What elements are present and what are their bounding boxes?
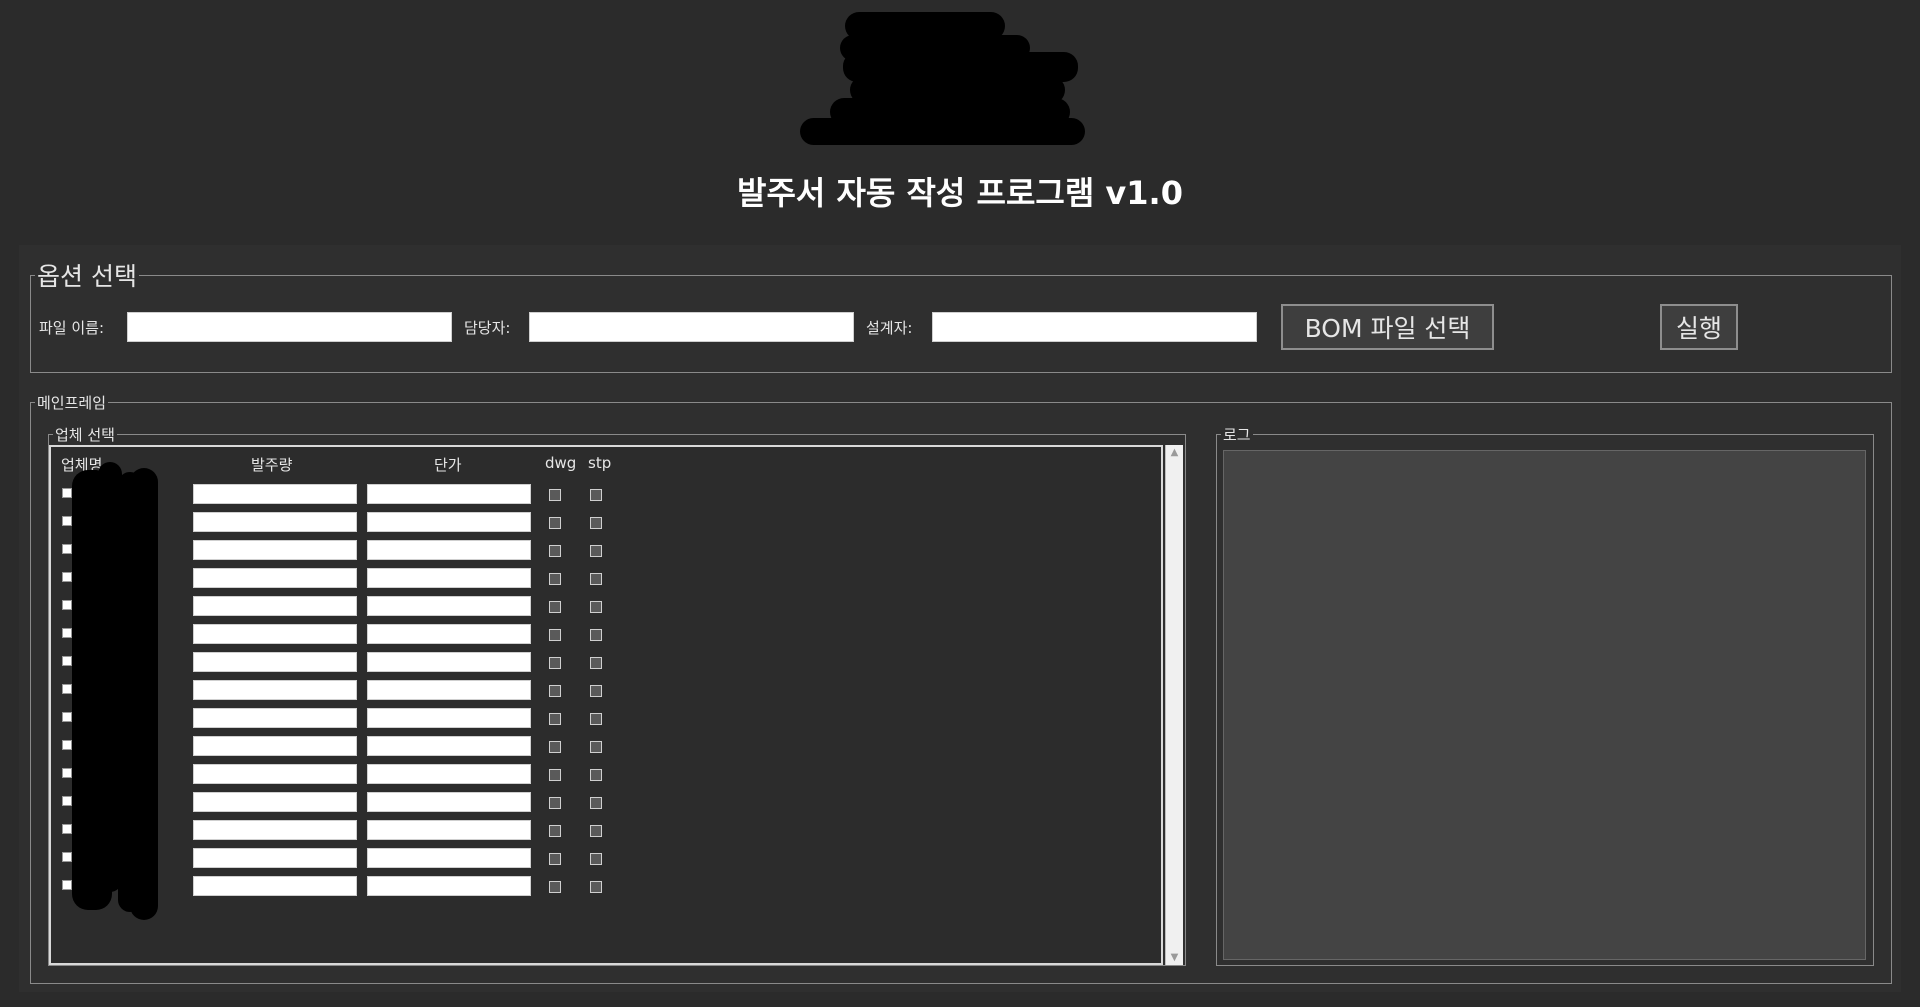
dwg-checkbox[interactable] xyxy=(549,797,561,809)
table-row: 능 xyxy=(51,483,1161,505)
dwg-checkbox[interactable] xyxy=(549,573,561,585)
unit-price-input[interactable] xyxy=(367,792,531,812)
manager-label: 담당자: xyxy=(464,319,511,337)
table-row: 릴 xyxy=(51,595,1161,617)
stp-checkbox[interactable] xyxy=(590,573,602,585)
table-row xyxy=(51,735,1161,757)
stp-checkbox[interactable] xyxy=(590,825,602,837)
file-name-label: 파일 이름: xyxy=(39,319,105,337)
log-legend: 로그 xyxy=(1223,426,1251,444)
dwg-checkbox[interactable] xyxy=(549,881,561,893)
quantity-input[interactable] xyxy=(193,596,357,616)
vendor-list-scrollbar[interactable]: ▲ ▼ xyxy=(1165,445,1183,965)
quantity-input[interactable] xyxy=(193,484,357,504)
designer-input[interactable] xyxy=(932,312,1257,342)
dwg-checkbox[interactable] xyxy=(549,741,561,753)
unit-price-input[interactable] xyxy=(367,540,531,560)
unit-price-input[interactable] xyxy=(367,484,531,504)
quantity-input[interactable] xyxy=(193,792,357,812)
table-row xyxy=(51,511,1161,533)
unit-price-input[interactable] xyxy=(367,624,531,644)
quantity-input[interactable] xyxy=(193,764,357,784)
dwg-checkbox[interactable] xyxy=(549,657,561,669)
stp-checkbox[interactable] xyxy=(590,713,602,725)
unit-price-input[interactable] xyxy=(367,596,531,616)
table-row xyxy=(51,623,1161,645)
dwg-checkbox[interactable] xyxy=(549,769,561,781)
table-row xyxy=(51,567,1161,589)
quantity-input[interactable] xyxy=(193,820,357,840)
designer-label: 설계자: xyxy=(866,319,913,337)
dwg-checkbox[interactable] xyxy=(549,489,561,501)
unit-price-input[interactable] xyxy=(367,708,531,728)
table-row xyxy=(51,791,1161,813)
table-row xyxy=(51,763,1161,785)
dwg-checkbox[interactable] xyxy=(549,713,561,725)
stp-checkbox[interactable] xyxy=(590,853,602,865)
vendor-list-canvas[interactable]: 업체명 발주량 단가 dwg stp 능 l 릴 xyxy=(49,445,1163,965)
unit-price-input[interactable] xyxy=(367,736,531,756)
mainframe-legend: 메인프레임 xyxy=(37,394,107,412)
unit-price-input[interactable] xyxy=(367,820,531,840)
unit-price-input[interactable] xyxy=(367,848,531,868)
bom-file-select-button[interactable]: BOM 파일 선택 xyxy=(1281,304,1494,350)
column-header-price: 단가 xyxy=(434,456,462,474)
stp-checkbox[interactable] xyxy=(590,657,602,669)
stp-checkbox[interactable] xyxy=(590,741,602,753)
table-row xyxy=(51,819,1161,841)
table-row xyxy=(51,679,1161,701)
unit-price-input[interactable] xyxy=(367,876,531,896)
logo-redaction xyxy=(795,10,1085,145)
stp-checkbox[interactable] xyxy=(590,629,602,641)
scroll-down-arrow-icon[interactable]: ▼ xyxy=(1166,952,1183,963)
unit-price-input[interactable] xyxy=(367,652,531,672)
table-row xyxy=(51,875,1161,897)
options-legend: 옵션 선택 xyxy=(37,262,137,291)
quantity-input[interactable] xyxy=(193,876,357,896)
quantity-input[interactable] xyxy=(193,736,357,756)
unit-price-input[interactable] xyxy=(367,680,531,700)
stp-checkbox[interactable] xyxy=(590,601,602,613)
column-header-stp: stp xyxy=(588,454,612,472)
dwg-checkbox[interactable] xyxy=(549,825,561,837)
table-row xyxy=(51,847,1161,869)
quantity-input[interactable] xyxy=(193,652,357,672)
file-name-input[interactable] xyxy=(127,312,452,342)
vendor-select-legend: 업체 선택 xyxy=(55,426,115,444)
dwg-checkbox[interactable] xyxy=(549,601,561,613)
run-button[interactable]: 실행 xyxy=(1660,304,1738,350)
table-row: l xyxy=(51,539,1161,561)
stp-checkbox[interactable] xyxy=(590,881,602,893)
stp-checkbox[interactable] xyxy=(590,517,602,529)
table-row xyxy=(51,651,1161,673)
dwg-checkbox[interactable] xyxy=(549,517,561,529)
unit-price-input[interactable] xyxy=(367,764,531,784)
table-row: 나텍 xyxy=(51,707,1161,729)
quantity-input[interactable] xyxy=(193,540,357,560)
unit-price-input[interactable] xyxy=(367,568,531,588)
manager-input[interactable] xyxy=(529,312,854,342)
dwg-checkbox[interactable] xyxy=(549,545,561,557)
quantity-input[interactable] xyxy=(193,624,357,644)
stp-checkbox[interactable] xyxy=(590,685,602,697)
dwg-checkbox[interactable] xyxy=(549,685,561,697)
column-header-quantity: 발주량 xyxy=(251,456,293,474)
quantity-input[interactable] xyxy=(193,680,357,700)
quantity-input[interactable] xyxy=(193,848,357,868)
quantity-input[interactable] xyxy=(193,568,357,588)
app-title: 발주서 자동 작성 프로그램 v1.0 xyxy=(737,174,1183,212)
stp-checkbox[interactable] xyxy=(590,489,602,501)
unit-price-input[interactable] xyxy=(367,512,531,532)
dwg-checkbox[interactable] xyxy=(549,629,561,641)
stp-checkbox[interactable] xyxy=(590,797,602,809)
log-text-area[interactable] xyxy=(1223,450,1866,960)
quantity-input[interactable] xyxy=(193,512,357,532)
stp-checkbox[interactable] xyxy=(590,545,602,557)
quantity-input[interactable] xyxy=(193,708,357,728)
dwg-checkbox[interactable] xyxy=(549,853,561,865)
vendor-names-redaction xyxy=(68,462,160,920)
stp-checkbox[interactable] xyxy=(590,769,602,781)
column-header-dwg: dwg xyxy=(545,454,577,472)
scroll-up-arrow-icon[interactable]: ▲ xyxy=(1166,447,1183,458)
